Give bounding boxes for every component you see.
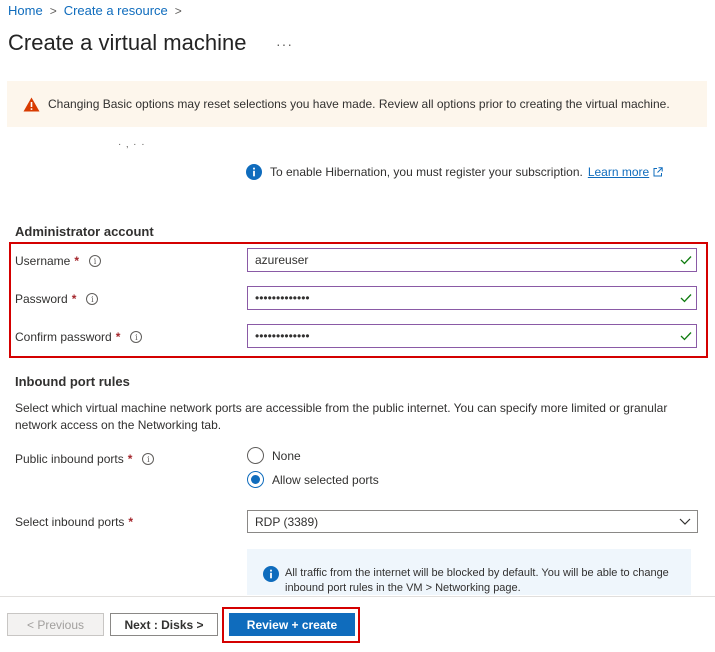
info-icon [263,566,279,582]
review-button-highlight [222,607,360,643]
inbound-rules-heading: Inbound port rules [15,374,130,389]
check-icon [680,294,692,303]
previous-button[interactable]: < Previous [7,613,104,636]
required-mark: * [71,292,77,306]
admin-account-heading: Administrator account [15,224,154,239]
hibernation-text: To enable Hibernation, you must register… [270,165,583,179]
chevron-right-icon: > [49,3,57,18]
breadcrumb-home-link[interactable]: Home [8,3,43,18]
confirm-password-input[interactable] [247,324,697,348]
chevron-down-icon [679,518,691,525]
username-input[interactable] [247,248,697,272]
info-icon[interactable]: i [130,331,143,343]
more-options-icon[interactable]: ··· [276,36,293,52]
page-title: Create a virtual machine [8,30,247,55]
inbound-description: Select which virtual machine network por… [15,401,668,432]
select-ports-label: Select inbound ports * [15,515,133,529]
radio-allow-selected[interactable] [247,471,264,488]
inbound-ports-select-value: RDP (3389) [255,514,319,529]
clipped-text: · ‚ · · [118,139,146,150]
info-icon[interactable]: i [89,255,102,267]
radio-none[interactable] [247,447,264,464]
warning-banner: Changing Basic options may reset selecti… [7,81,707,127]
info-icon[interactable]: i [86,293,99,305]
warning-icon [23,97,40,111]
password-input[interactable] [247,286,697,310]
chevron-right-icon: > [174,3,182,18]
select-ports-label-text: Select inbound ports [15,515,125,529]
required-mark: * [115,330,121,344]
info-icon [246,164,262,180]
learn-more-link[interactable]: Learn more [588,165,649,179]
next-disks-button[interactable]: Next : Disks > [110,613,218,636]
confirm-password-label-text: Confirm password [15,330,112,344]
required-mark: * [127,452,133,466]
inbound-info-text: All traffic from the internet will be bl… [285,567,669,594]
inbound-ports-select[interactable]: RDP (3389) [247,510,698,533]
username-label: Username * i [15,254,102,268]
required-mark: * [74,254,80,268]
info-icon[interactable]: i [142,453,155,465]
public-ports-label: Public inbound ports * i [15,452,155,466]
username-label-text: Username [15,254,71,268]
check-icon [680,256,692,265]
inbound-info-box: All traffic from the internet will be bl… [247,549,691,595]
external-link-icon [653,167,663,177]
password-label-text: Password [15,292,68,306]
radio-allow-selected-label[interactable]: Allow selected ports [272,473,379,487]
warning-text: Changing Basic options may reset selecti… [48,97,670,111]
hibernation-info: To enable Hibernation, you must register… [246,164,663,180]
public-ports-label-text: Public inbound ports [15,452,124,466]
required-mark: * [128,515,134,529]
breadcrumb: Home > Create a resource > [8,3,189,18]
check-icon [680,332,692,341]
confirm-password-label: Confirm password * i [15,330,143,344]
radio-none-label[interactable]: None [272,449,301,463]
breadcrumb-create-resource-link[interactable]: Create a resource [64,3,168,18]
password-label: Password * i [15,292,99,306]
